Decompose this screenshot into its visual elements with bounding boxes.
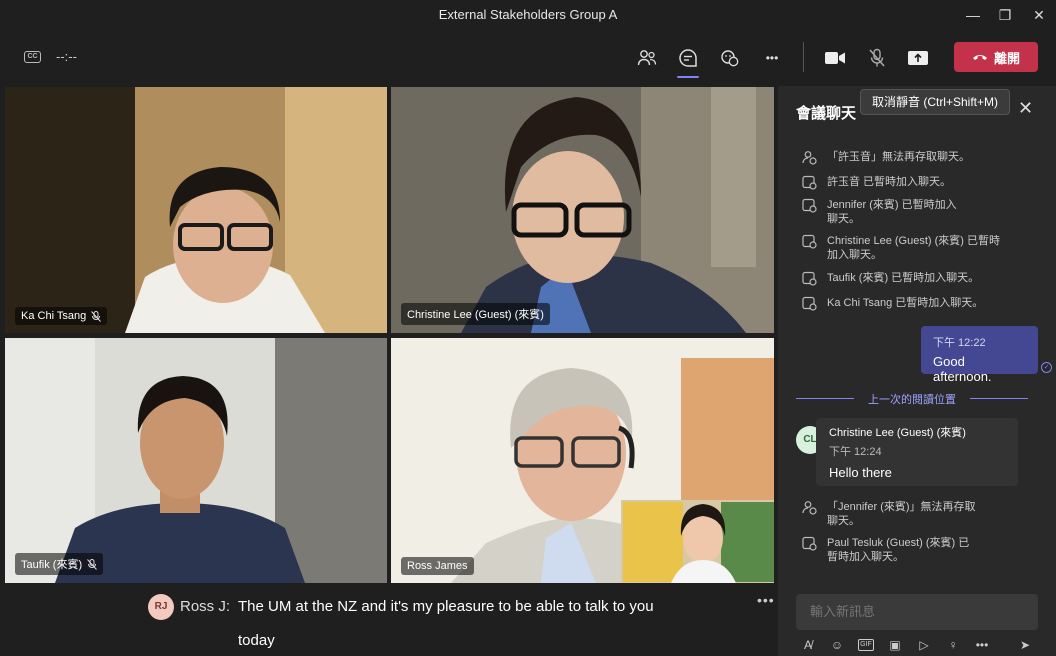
chat-history-icon: [802, 536, 817, 551]
system-message-text: Paul Tesluk (Guest) (來賓) 已暫時加入聊天。: [827, 537, 970, 563]
reactions-button[interactable]: [713, 42, 747, 74]
leave-button[interactable]: 離開: [954, 42, 1038, 72]
mic-tooltip: 取消靜音 (Ctrl+Shift+M): [860, 89, 1010, 115]
message-text: Hello there: [829, 465, 892, 480]
read-receipt-icon: ✓: [1041, 362, 1052, 373]
participant-video: [5, 87, 387, 333]
system-message: Christine Lee (Guest) (來賓) 已暫時加入聊天。: [802, 234, 1002, 262]
system-message: 許玉音 已暫時加入聊天。: [802, 175, 1002, 190]
caption-more-options[interactable]: •••: [757, 592, 775, 608]
system-message-text: 許玉音 已暫時加入聊天。: [827, 176, 952, 188]
message-time: 下午 12:22: [933, 337, 986, 349]
phone-hangup-icon: [972, 55, 987, 60]
message-sender: Christine Lee (Guest) (來賓): [829, 427, 966, 439]
chat-history-icon: [802, 296, 817, 311]
system-message: 「許玉音」無法再存取聊天。: [802, 150, 1002, 165]
window-title: External Stakeholders Group A: [438, 7, 618, 22]
chat-message-input[interactable]: [796, 594, 1038, 630]
muted-mic-icon: [87, 558, 97, 570]
meeting-timer: --:--: [56, 49, 77, 64]
gif-icon[interactable]: GIF: [858, 639, 874, 651]
speaker-avatar: RJ: [148, 594, 174, 620]
meet-now-icon[interactable]: ▷: [916, 637, 932, 653]
caption-speaker: Ross J:: [180, 598, 231, 615]
participant-name: Taufik (來賓): [21, 559, 83, 571]
share-tray-icon: [908, 51, 928, 65]
system-message: 「Jennifer (來賓)」無法再存取聊天。: [802, 500, 1002, 528]
minimize-button[interactable]: —: [962, 4, 984, 26]
video-tile-1[interactable]: Ka Chi Tsang: [5, 87, 387, 333]
participant-name-tag: Christine Lee (Guest) (來賓): [401, 303, 550, 325]
divider-line: [970, 398, 1028, 399]
people-icon: [637, 50, 657, 66]
video-tile-2[interactable]: Christine Lee (Guest) (來賓): [391, 87, 774, 333]
message-text: Good afternoon.: [933, 354, 992, 384]
more-actions-button[interactable]: •••: [755, 42, 789, 74]
participant-video: [5, 338, 387, 583]
system-message-text: Taufik (來賓) 已暫時加入聊天。: [827, 272, 980, 284]
toolbar-divider: [803, 42, 804, 72]
title-bar: External Stakeholders Group A — ❐ ✕: [0, 0, 1056, 30]
chat-history-icon: [802, 198, 817, 213]
message-time: 下午 12:24: [829, 446, 882, 458]
close-chat-button[interactable]: ✕: [1018, 98, 1033, 119]
person-removed-icon: [802, 501, 817, 515]
camera-button[interactable]: [818, 42, 852, 74]
participant-video: [391, 87, 774, 333]
participant-name-tag: Ka Chi Tsang: [15, 307, 108, 325]
video-tile-4[interactable]: Ross James: [391, 338, 774, 583]
chat-history-icon: [802, 175, 817, 190]
mic-button[interactable]: [860, 42, 894, 74]
chat-title: 會議聊天: [796, 105, 857, 122]
participant-name: Christine Lee (Guest) (來賓): [407, 309, 544, 321]
emoji-icon[interactable]: ☺: [829, 637, 845, 653]
system-message-text: Christine Lee (Guest) (來賓) 已暫時加入聊天。: [827, 235, 1000, 261]
participant-name-tag: Taufik (來賓): [15, 553, 104, 575]
system-message: Jennifer (來賓) 已暫時加入聊天。: [802, 198, 1002, 226]
muted-mic-icon: [91, 310, 102, 322]
participant-name: Ross James: [407, 560, 468, 572]
received-message-bubble[interactable]: Christine Lee (Guest) (來賓) 下午 12:24 Hell…: [816, 418, 1018, 486]
participant-name-tag: Ross James: [401, 557, 474, 575]
video-camera-icon: [825, 52, 845, 64]
chat-button[interactable]: [671, 42, 705, 78]
praise-icon[interactable]: ♀: [945, 637, 961, 653]
close-window-button[interactable]: ✕: [1028, 4, 1050, 26]
last-read-label: 上一次的閱讀位置: [868, 394, 956, 406]
system-message: Ka Chi Tsang 已暫時加入聊天。: [802, 296, 1002, 311]
live-caption: RJ Ross J: The UM at the NZ and it's my …: [0, 586, 776, 656]
sticker-icon[interactable]: ▣: [887, 637, 903, 653]
microphone-off-icon: [869, 48, 885, 67]
system-message-text: Jennifer (來賓) 已暫時加入聊天。: [827, 199, 957, 225]
participant-video: [391, 338, 774, 583]
system-message: Paul Tesluk (Guest) (來賓) 已暫時加入聊天。: [802, 536, 1002, 564]
reactions-icon: [721, 50, 739, 67]
more-options-icon[interactable]: •••: [974, 637, 990, 653]
meeting-toolbar: CC --:-- ••• 離開: [0, 30, 1056, 86]
system-message-text: 「許玉音」無法再存取聊天。: [827, 151, 970, 163]
participants-button[interactable]: [630, 42, 664, 74]
leave-label: 離開: [993, 50, 1020, 66]
person-removed-icon: [802, 151, 817, 165]
share-screen-button[interactable]: [901, 42, 935, 74]
my-message-bubble[interactable]: 下午 12:22 Good afternoon.: [921, 326, 1038, 384]
system-message: Taufik (來賓) 已暫時加入聊天。: [802, 271, 1002, 286]
send-icon[interactable]: ➤: [1017, 637, 1033, 653]
format-icon[interactable]: A̸: [800, 637, 816, 653]
caption-text: The UM at the NZ and it's my pleasure to…: [238, 598, 654, 649]
participant-name: Ka Chi Tsang: [21, 310, 87, 322]
last-read-marker: 上一次的閱讀位置: [796, 391, 1028, 406]
chat-history-icon: [802, 234, 817, 249]
system-message-text: Ka Chi Tsang 已暫時加入聊天。: [827, 297, 984, 309]
video-tile-3[interactable]: Taufik (來賓): [5, 338, 387, 583]
system-message-text: 「Jennifer (來賓)」無法再存取聊天。: [827, 501, 976, 527]
chat-icon: [679, 49, 697, 67]
chat-history-icon: [802, 271, 817, 286]
closed-captions-icon[interactable]: CC: [24, 51, 41, 63]
compose-toolbar: A̸ ☺ GIF ▣ ▷ ♀ ••• ➤: [800, 634, 1040, 656]
meeting-chat-panel: 會議聊天 ✕ 「許玉音」無法再存取聊天。 許玉音 已暫時加入聊天。 Jennif…: [778, 86, 1056, 656]
maximize-button[interactable]: ❐: [994, 4, 1016, 26]
